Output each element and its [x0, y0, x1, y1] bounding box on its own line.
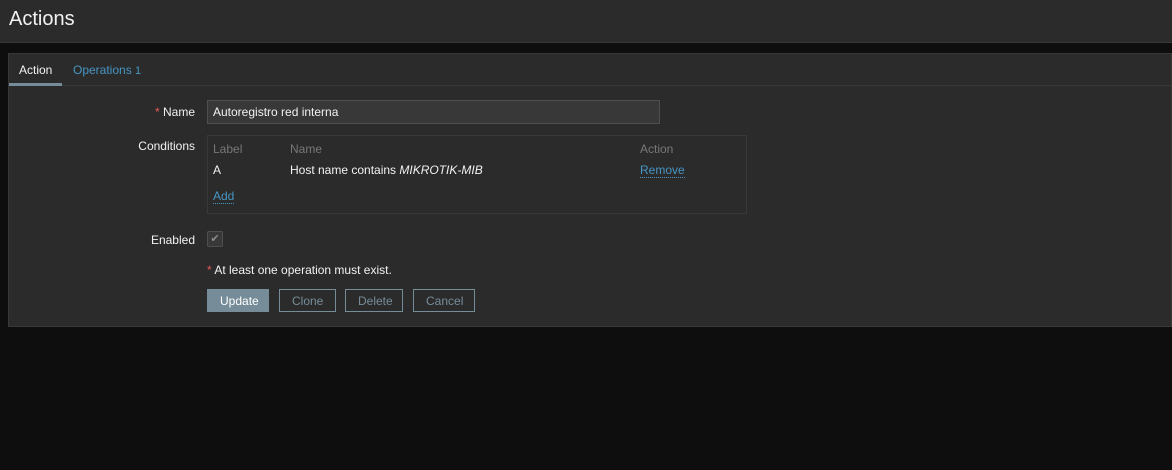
condition-label: A: [213, 163, 222, 177]
enabled-label: Enabled: [150, 233, 195, 247]
condition-value: MIKROTIK-MIB: [399, 163, 483, 177]
tab-operations-label: Operations: [73, 63, 132, 77]
warning-text: At least one operation must exist.: [214, 263, 392, 277]
name-label-text: Name: [162, 105, 195, 119]
condition-text: Host name contains: [290, 163, 400, 177]
update-button[interactable]: Update: [207, 289, 269, 312]
tab-action[interactable]: Action: [19, 63, 52, 77]
page-title: Actions: [9, 8, 75, 30]
condition-name: Host name contains MIKROTIK-MIB: [290, 163, 483, 177]
page-header: Actions: [0, 0, 1172, 43]
active-tab-indicator: [9, 83, 62, 86]
enabled-checkbox[interactable]: ✔: [207, 231, 223, 247]
name-input[interactable]: [207, 100, 660, 124]
conditions-table: Label Name Action A Host name contains M…: [207, 135, 747, 214]
name-label: * Name: [155, 105, 195, 119]
checkmark-icon: ✔: [210, 233, 220, 245]
action-form-panel: Action Operations 1 * Name Conditions La…: [8, 53, 1172, 327]
col-action: Action: [640, 142, 674, 156]
col-name: Name: [290, 142, 323, 156]
operations-count: 1: [135, 65, 142, 77]
cancel-button[interactable]: Cancel: [413, 289, 475, 312]
conditions-label: Conditions: [138, 139, 195, 153]
tab-bar: Action Operations 1: [9, 54, 1171, 86]
delete-button[interactable]: Delete: [345, 289, 403, 312]
col-label: Label: [213, 142, 243, 156]
remove-condition-link[interactable]: Remove: [640, 163, 685, 178]
add-condition-link[interactable]: Add: [213, 189, 235, 204]
tab-operations[interactable]: Operations 1: [73, 63, 141, 77]
required-mark: *: [154, 105, 160, 119]
validation-warning: * At least one operation must exist.: [207, 263, 392, 277]
required-mark: *: [207, 263, 212, 277]
clone-button[interactable]: Clone: [279, 289, 336, 312]
